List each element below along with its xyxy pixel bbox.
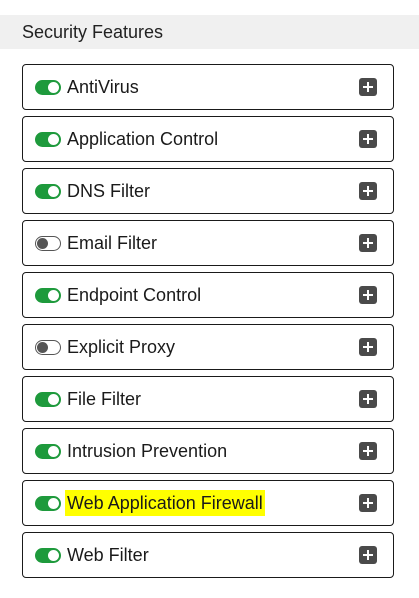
expand-plus-icon[interactable] [359,286,377,304]
feature-row-file-filter: File Filter [22,376,394,422]
feature-row-explicit-proxy: Explicit Proxy [22,324,394,370]
toggle-knob [48,82,59,93]
toggle-knob [48,134,59,145]
expand-plus-icon[interactable] [359,494,377,512]
feature-row-web-filter: Web Filter [22,532,394,578]
feature-label: AntiVirus [67,77,139,97]
feature-list: AntiVirus Application Control DNS Filter Em… [22,64,394,584]
toggle-switch-file-filter[interactable] [35,392,61,407]
section-header: Security Features [0,15,419,49]
toggle-switch-email-filter[interactable] [35,236,61,251]
expand-plus-icon[interactable] [359,546,377,564]
toggle-switch-intrusion-prevention[interactable] [35,444,61,459]
toggle-knob [48,186,59,197]
feature-row-endpoint-control: Endpoint Control [22,272,394,318]
toggle-switch-endpoint-control[interactable] [35,288,61,303]
toggle-switch-application-control[interactable] [35,132,61,147]
feature-label: Explicit Proxy [67,337,176,357]
toggle-switch-web-application-firewall[interactable] [35,496,61,511]
feature-row-antivirus: AntiVirus [22,64,394,110]
expand-plus-icon[interactable] [359,182,377,200]
feature-row-intrusion-prevention: Intrusion Prevention [22,428,394,474]
toggle-switch-antivirus[interactable] [35,80,61,95]
feature-label: DNS Filter [67,181,151,201]
expand-plus-icon[interactable] [359,78,377,96]
expand-plus-icon[interactable] [359,442,377,460]
feature-label: Web Filter [67,545,149,565]
expand-plus-icon[interactable] [359,234,377,252]
toggle-switch-dns-filter[interactable] [35,184,61,199]
expand-plus-icon[interactable] [359,390,377,408]
toggle-switch-web-filter[interactable] [35,548,61,563]
toggle-knob [48,550,59,561]
toggle-knob [48,394,59,405]
feature-row-email-filter: Email Filter [22,220,394,266]
feature-row-dns-filter: DNS Filter [22,168,394,214]
feature-label: Endpoint Control [67,285,202,305]
toggle-switch-explicit-proxy[interactable] [35,340,61,355]
feature-row-web-application-firewall: Web Application Firewall [22,480,394,526]
feature-label: Application Control [67,129,219,149]
feature-label: Intrusion Prevention [67,441,228,461]
toggle-knob [37,237,48,249]
expand-plus-icon[interactable] [359,338,377,356]
feature-label: Email Filter [67,233,158,253]
toggle-knob [48,446,59,457]
feature-row-application-control: Application Control [22,116,394,162]
toggle-knob [48,290,59,301]
toggle-knob [48,498,59,509]
expand-plus-icon[interactable] [359,130,377,148]
feature-label: Web Application Firewall [65,490,265,516]
toggle-knob [37,341,48,353]
feature-label: File Filter [67,389,142,409]
section-title: Security Features [22,22,164,42]
